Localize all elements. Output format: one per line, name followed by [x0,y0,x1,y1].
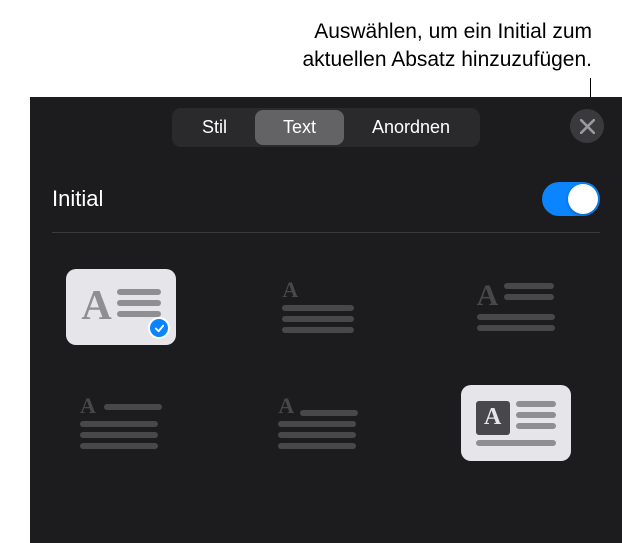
tab-style[interactable]: Stil [174,110,255,145]
tab-arrange[interactable]: Anordnen [344,110,478,145]
drop-cap-icon: A [278,397,358,449]
close-icon [580,119,595,134]
drop-cap-option-raised-large[interactable]: A [66,269,176,345]
drop-cap-option-margin[interactable]: A [66,385,176,461]
drop-cap-icon: A [477,283,555,331]
tab-group: Stil Text Anordnen [172,108,480,147]
tab-text[interactable]: Text [255,110,344,145]
initial-toggle[interactable] [542,182,600,216]
drop-cap-option-dropped[interactable]: A [461,269,571,345]
format-panel: Stil Text Anordnen Initial A [30,97,622,543]
drop-cap-icon: A [80,397,162,449]
drop-cap-option-boxed[interactable]: A [461,385,571,461]
section-title: Initial [52,186,103,212]
selected-check-icon [148,317,170,339]
drop-cap-icon: A [282,281,354,333]
tab-bar: Stil Text Anordnen [30,97,622,158]
callout-annotation: Auswählen, um ein Initial zum aktuellen … [302,18,592,75]
toggle-knob [568,184,598,214]
drop-cap-options-grid: A A [30,233,622,497]
section-header: Initial [30,158,622,232]
drop-cap-option-centered[interactable]: A [263,385,373,461]
callout-line-2: aktuellen Absatz hinzuzufügen. [302,46,592,74]
drop-cap-option-raised-small[interactable]: A [263,269,373,345]
drop-cap-icon: A [81,289,160,325]
callout-line-1: Auswählen, um ein Initial zum [302,18,592,46]
drop-cap-icon: A [476,401,556,446]
close-button[interactable] [570,109,604,143]
